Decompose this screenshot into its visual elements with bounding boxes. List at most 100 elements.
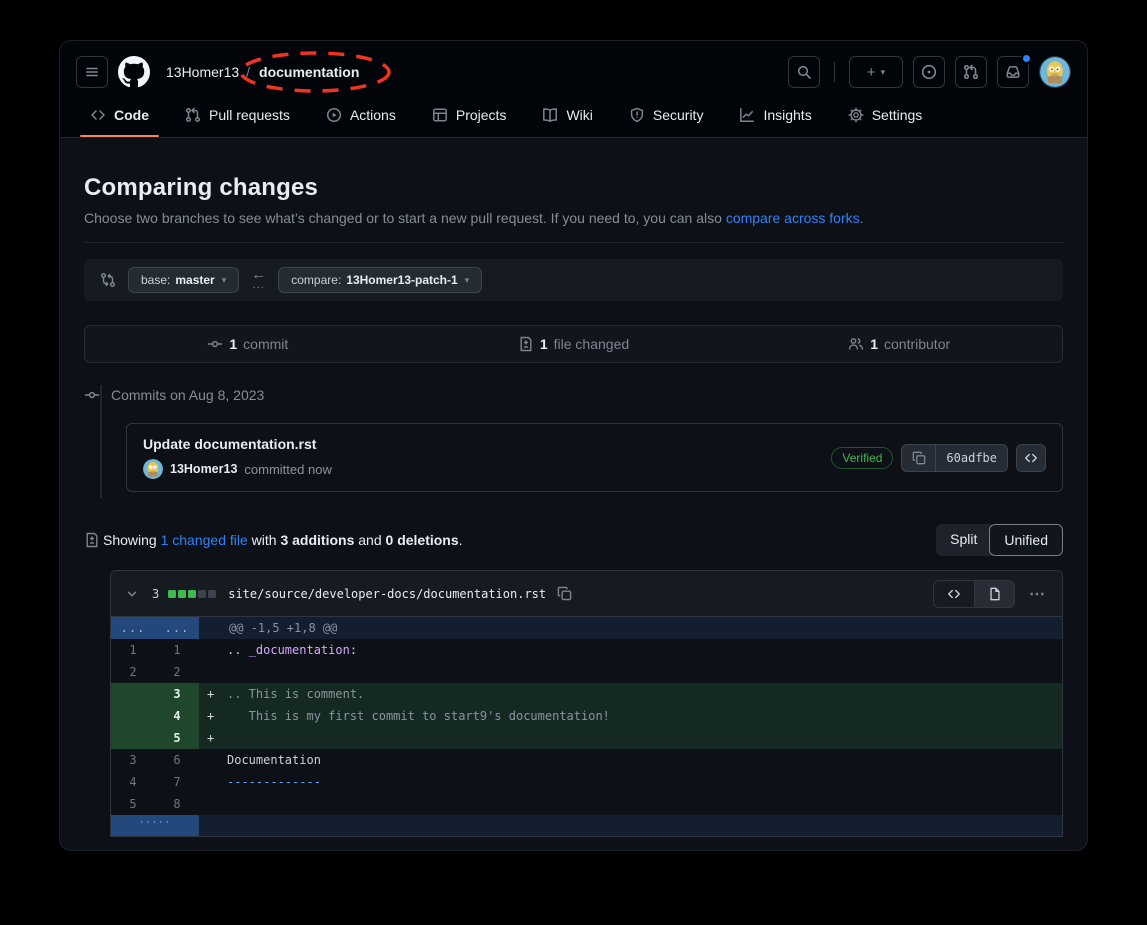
chevron-down-icon: ▾ (222, 276, 227, 285)
commit-time: committed now (244, 462, 331, 477)
collapse-file-button[interactable] (121, 583, 143, 605)
book-icon (542, 107, 558, 123)
file-icon (988, 587, 1002, 601)
diff-summary-text: Showing 1 changed file with 3 additions … (84, 532, 463, 548)
diff-line-context: 4 7 ------------- (111, 771, 1062, 793)
shield-icon (629, 107, 645, 123)
diff-line-added: 5 + (111, 727, 1062, 749)
commit-title-link[interactable]: Update documentation.rst (143, 436, 332, 452)
code-icon (90, 107, 106, 123)
pull-request-icon (963, 64, 979, 80)
hunk-header-row[interactable]: ...... @@ -1,5 +1,8 @@ (111, 617, 1062, 639)
chevron-down-icon: ▾ (465, 276, 470, 285)
issue-opened-icon (921, 64, 937, 80)
code-icon (1024, 451, 1038, 465)
author-avatar[interactable] (143, 459, 163, 479)
file-options-button[interactable]: ⋯ (1023, 584, 1052, 604)
create-new-button[interactable]: + ▾ (849, 56, 903, 88)
inbox-icon (1005, 64, 1021, 80)
hamburger-icon (84, 64, 100, 80)
main-content: Comparing changes Choose two branches to… (60, 138, 1087, 841)
page-subtitle: Choose two branches to see what’s change… (84, 210, 1063, 226)
tab-settings[interactable]: Settings (842, 99, 929, 137)
github-logo-icon[interactable] (118, 56, 150, 88)
tab-security[interactable]: Security (623, 99, 710, 137)
code-icon (947, 587, 961, 601)
tab-insights[interactable]: Insights (733, 99, 817, 137)
graph-icon (739, 107, 755, 123)
play-circle-icon (326, 107, 342, 123)
diff-file-header: 3 site/source/developer-docs/documentati… (111, 571, 1062, 617)
diff-body: ...... @@ -1,5 +1,8 @@ 1 1 .. _documenta… (111, 617, 1062, 836)
tab-pull-requests[interactable]: Pull requests (179, 99, 296, 137)
pull-request-icon (185, 107, 201, 123)
tab-code[interactable]: Code (84, 99, 155, 137)
unified-view-button[interactable]: Unified (989, 524, 1063, 556)
diff-view-toggle: Split Unified (936, 524, 1063, 556)
file-path[interactable]: site/source/developer-docs/documentation… (228, 587, 546, 601)
stat-contributors[interactable]: 1contributor (736, 326, 1062, 362)
commit-sha-link[interactable]: 60adfbe (936, 445, 1007, 471)
tab-wiki[interactable]: Wiki (536, 99, 598, 137)
compare-branch-selector[interactable]: compare:13Homer13-patch-1 ▾ (278, 267, 482, 293)
file-diff-icon (518, 336, 534, 352)
changed-file-link[interactable]: 1 changed file (161, 532, 248, 548)
avatar-image (1040, 57, 1070, 87)
hamburger-menu-button[interactable] (76, 56, 108, 88)
diff-file-card: 3 site/source/developer-docs/documentati… (110, 570, 1063, 837)
file-changes-count: 3 (152, 587, 159, 601)
commit-sha-group: 60adfbe (901, 444, 1008, 472)
user-avatar[interactable] (1039, 56, 1071, 88)
split-view-button[interactable]: Split (936, 524, 991, 556)
notification-badge-dot (1021, 53, 1032, 64)
commit-author-link[interactable]: 13Homer13 (170, 462, 237, 476)
search-button[interactable] (788, 56, 820, 88)
diff-line-context: 3 6 Documentation (111, 749, 1062, 771)
diff-line-context: 5 8 (111, 793, 1062, 815)
copy-icon (912, 451, 926, 465)
tab-projects[interactable]: Projects (426, 99, 513, 137)
base-branch-selector[interactable]: base:master ▾ (128, 267, 239, 293)
tab-actions[interactable]: Actions (320, 99, 402, 137)
diff-line-added: 3 +.. This is comment. (111, 683, 1062, 705)
hunk-header-row-partial[interactable]: ····· (111, 815, 1062, 836)
people-icon (848, 336, 864, 352)
stat-commits[interactable]: 1commit (85, 326, 411, 362)
rich-view-button[interactable] (974, 581, 1014, 607)
copy-icon (557, 586, 572, 601)
pull-requests-button[interactable] (955, 56, 987, 88)
browse-code-button[interactable] (1016, 444, 1046, 472)
diff-line-context: 2 2 (111, 661, 1062, 683)
breadcrumb: 13Homer13 / documentation (166, 60, 361, 84)
diff-line-context: 1 1 .. _documentation: (111, 639, 1062, 661)
chevron-down-icon: ▾ (881, 68, 886, 77)
git-compare-icon (100, 272, 116, 288)
search-icon (796, 64, 812, 80)
app-header: 13Homer13 / documentation + ▾ (60, 41, 1087, 138)
chevron-down-icon (125, 587, 139, 601)
file-diff-icon (84, 532, 100, 548)
compare-range-indicator: ← ... (251, 269, 266, 291)
commits-section: Commits on Aug 8, 2023 Update documentat… (84, 383, 1063, 498)
gear-icon (848, 107, 864, 123)
breadcrumb-owner[interactable]: 13Homer13 (166, 64, 239, 80)
table-icon (432, 107, 448, 123)
diff-summary-row: Showing 1 changed file with 3 additions … (84, 524, 1063, 556)
notifications-button[interactable] (997, 56, 1029, 88)
plus-icon: + (867, 64, 876, 81)
file-view-toggle (933, 580, 1015, 608)
issues-button[interactable] (913, 56, 945, 88)
compare-across-forks-link[interactable]: compare across forks (726, 210, 860, 226)
diff-line-added: 4 + This is my first commit to start9's … (111, 705, 1062, 727)
commit-icon (207, 336, 223, 352)
commit-card: Update documentation.rst 13Homer13 commi… (126, 423, 1063, 492)
breadcrumb-repo[interactable]: documentation (257, 60, 361, 84)
compare-stats-bar: 1commit 1file changed 1contributor (84, 325, 1063, 363)
source-view-button[interactable] (934, 581, 974, 607)
copy-path-button[interactable] (557, 586, 572, 601)
copy-sha-button[interactable] (902, 445, 936, 471)
diffstat-blocks (168, 590, 216, 598)
verified-badge[interactable]: Verified (831, 447, 893, 469)
commits-date-header: Commits on Aug 8, 2023 (111, 387, 264, 403)
stat-files-changed[interactable]: 1file changed (411, 326, 737, 362)
